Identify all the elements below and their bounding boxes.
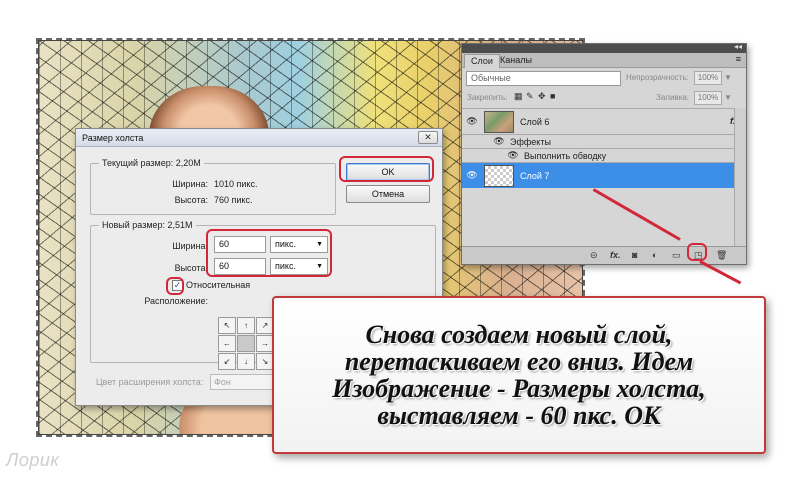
panel-tabs: Слои Каналы ≡ [462,53,746,68]
extension-color-label: Цвет расширения холста: [96,377,204,387]
stroke-effect-row[interactable]: 👁 Выполнить обводку [462,148,746,162]
new-width-label: Ширина: [172,241,208,251]
chevron-down-icon[interactable]: ▼ [724,93,732,102]
anchor-arrow-icon[interactable]: ↑ [237,317,255,334]
chevron-down-icon[interactable]: ▼ [724,73,732,82]
new-layer-highlight [687,243,707,261]
layer-thumbnail [484,111,514,133]
blend-mode-select[interactable]: Обычные [466,71,621,86]
current-height-label: Высота: [174,195,208,205]
lock-row: Закрепить: ▦ ✎ ✥ ■ Заливка: 100% ▼ [462,89,746,107]
ok-highlight [339,156,434,182]
lock-paint-icon[interactable]: ✎ [526,91,534,102]
link-icon[interactable]: ⊝ [590,250,598,261]
current-size-legend: Текущий размер: 2,20M [99,158,204,168]
new-height-label: Высота: [174,263,208,273]
effects-label: Эффекты [510,137,551,147]
new-size-legend: Новый размер: 2,51M [99,220,196,230]
trash-icon[interactable]: 🗑 [716,250,727,261]
layer-name: Слой 6 [520,117,550,127]
layer-thumbnail [484,165,514,187]
current-height-value: 760 пикс. [214,195,253,205]
dialog-title: Размер холста [82,133,144,143]
anchor-arrow-icon[interactable]: ↓ [237,353,255,370]
adjustment-icon[interactable]: ◐ [652,250,657,260]
lock-transparent-icon[interactable]: ▦ [514,91,523,102]
layer-row-7[interactable]: 👁 Слой 7 [462,162,746,188]
layer-row-6[interactable]: 👁 Слой 6 fx [462,108,746,134]
panel-scrollbar[interactable] [734,108,746,246]
fx-icon[interactable]: fx. [610,250,621,260]
current-size-group: Текущий размер: 2,20M [90,158,336,215]
collapse-icon[interactable]: ◂◂ [734,42,742,51]
anchor-label: Расположение: [144,296,208,306]
caption-text: Снова создаем новый слой, перетаскиваем … [332,320,706,430]
dialog-titlebar: Размер холста ✕ [76,129,442,147]
panel-topbar: ◂◂ [462,42,746,53]
tab-channels[interactable]: Каналы [494,54,538,68]
instruction-caption: Снова создаем новый слой, перетаскиваем … [272,296,766,454]
panel-menu-icon[interactable]: ≡ [736,54,741,64]
current-width-value: 1010 пикс. [214,179,258,189]
fill-input[interactable]: 100% [694,91,722,105]
cancel-button[interactable]: Отмена [346,185,430,203]
opacity-label: Непрозрачность: [626,73,689,82]
effects-row[interactable]: 👁 Эффекты [462,134,746,148]
layers-panel: ◂◂ Слои Каналы ≡ Обычные Непрозрачность:… [461,42,747,265]
anchor-center-cell[interactable] [237,335,255,352]
relative-label[interactable]: Относительная [186,280,250,290]
watermark: Лорик [6,450,60,470]
stroke-effect-label: Выполнить обводку [524,151,607,161]
lock-move-icon[interactable]: ✥ [538,91,546,102]
opacity-input[interactable]: 100% [694,71,722,85]
new-size-highlight [206,229,332,277]
anchor-arrow-icon[interactable]: ← [218,335,236,352]
fill-label: Заливка: [656,93,690,102]
mask-icon[interactable]: ◙ [632,250,637,260]
eye-icon[interactable]: 👁 [492,136,506,147]
anchor-arrow-icon[interactable]: ↖ [218,317,236,334]
eye-icon[interactable]: 👁 [506,150,520,161]
extension-color-value: Фон [214,377,231,387]
blend-row: Обычные Непрозрачность: 100% ▼ [462,69,746,87]
group-folder-icon[interactable]: ▭ [672,250,681,261]
close-icon[interactable]: ✕ [418,131,438,144]
lock-label: Закрепить: [467,93,508,102]
lock-all-icon[interactable]: ■ [550,91,555,101]
layer-name: Слой 7 [520,171,550,181]
anchor-grid: ↖ ↑ ↗ ← → ↙ ↓ ↘ [218,317,274,370]
eye-icon[interactable]: 👁 [465,170,479,181]
current-width-label: Ширина: [172,179,208,189]
relative-highlight [166,277,184,295]
eye-icon[interactable]: 👁 [465,116,479,127]
anchor-arrow-icon[interactable]: ↙ [218,353,236,370]
